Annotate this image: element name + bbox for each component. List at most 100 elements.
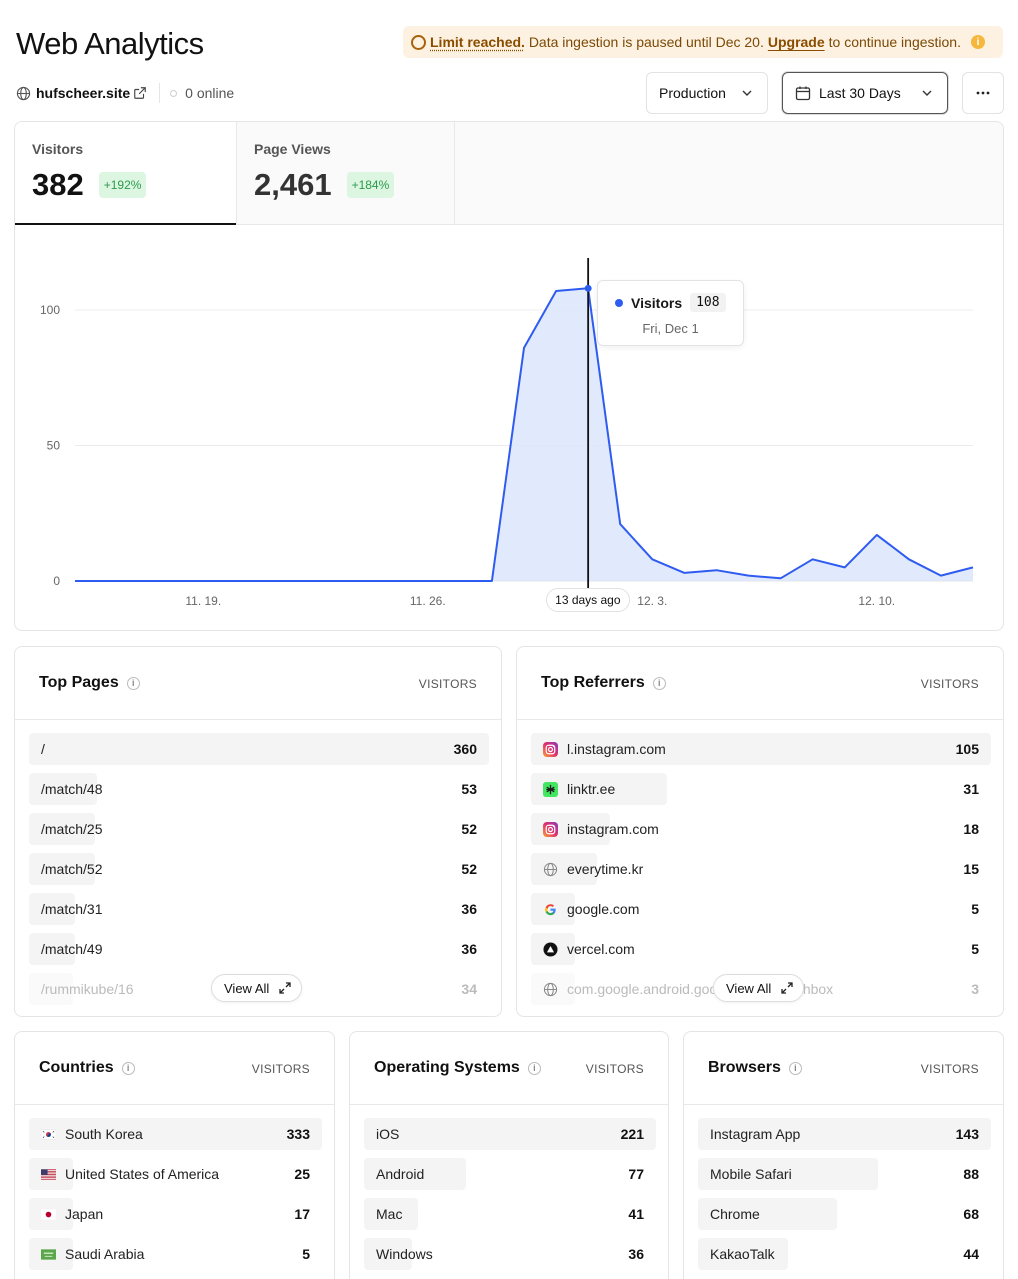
referrer-row[interactable]: linktr.ee 31	[531, 773, 991, 805]
browser-row-value: 88	[963, 1166, 979, 1182]
country-row[interactable]: United States of America 25	[29, 1158, 322, 1190]
page-views-value: 2,461	[254, 167, 332, 202]
os-row[interactable]: Mac 41	[364, 1198, 656, 1230]
chevron-down-icon	[742, 90, 752, 96]
page-row-value: 52	[461, 861, 477, 877]
referrer-row[interactable]: instagram.com 18	[531, 813, 991, 845]
info-icon[interactable]: i	[788, 1061, 802, 1075]
series-color-dot	[615, 298, 623, 307]
page-title: Web Analytics	[16, 26, 204, 61]
os-row[interactable]: Android 77	[364, 1158, 656, 1190]
page-row-text: /match/49	[41, 941, 103, 957]
info-icon[interactable]: i	[121, 1061, 135, 1075]
chevron-down-icon	[922, 90, 932, 96]
page-row-label: /match/49	[41, 941, 102, 957]
view-all-label: View All	[726, 980, 772, 996]
os-row-text: Mac	[376, 1206, 403, 1222]
top-pages-title: Top Pages	[39, 674, 119, 691]
view-all-pages-button[interactable]: View All	[211, 974, 303, 1002]
browser-row-value: 143	[955, 1126, 979, 1142]
environment-select[interactable]: Production	[646, 72, 768, 114]
info-icon[interactable]: i	[527, 1061, 541, 1075]
page-row-value: 52	[461, 821, 477, 837]
referrer-row[interactable]: vercel.com 5	[531, 933, 991, 965]
os-row-label: iOS	[376, 1126, 399, 1142]
globe-icon	[543, 862, 558, 877]
online-count: 0 online	[185, 85, 235, 101]
environment-value: Production	[659, 85, 726, 101]
page-row-value: 34	[461, 981, 477, 997]
y-tick-label: 50	[47, 439, 61, 453]
hover-x-label: 13 days ago	[546, 588, 630, 612]
country-row[interactable]: Japan 17	[29, 1198, 322, 1230]
external-link-icon[interactable]	[133, 86, 147, 100]
page-row-text: /match/25	[41, 821, 103, 837]
top-referrers-panel: Top Referrers i VISITORS l.instagram.com 1…	[516, 646, 1004, 1017]
country-row-text: United States of America	[65, 1166, 220, 1182]
upgrade-link[interactable]: Upgrade	[768, 34, 825, 50]
browser-row[interactable]: Instagram App 143	[698, 1118, 991, 1150]
referrer-row-value: 5	[971, 941, 979, 957]
referrer-row[interactable]: everytime.kr 15	[531, 853, 991, 885]
y-tick-label: 100	[40, 303, 60, 317]
tab-visitors[interactable]: Visitors 382 +192%	[15, 122, 236, 225]
os-row[interactable]: Windows 36	[364, 1238, 656, 1270]
visitors-area	[75, 288, 973, 581]
instagram-icon	[543, 821, 558, 837]
flag-sa-icon	[41, 1247, 56, 1262]
page-row[interactable]: /match/25 52	[29, 813, 489, 845]
y-tick-label: 0	[53, 574, 60, 588]
tab-page-views[interactable]: Page Views 2,461 +184%	[236, 122, 455, 225]
visitors-value: 382	[32, 167, 84, 202]
referrer-row-label: vercel.com	[543, 941, 635, 957]
visitors-column-header: VISITORS	[418, 677, 477, 691]
os-row-value: 41	[628, 1206, 644, 1222]
browser-row-label: Mobile Safari	[710, 1166, 792, 1182]
os-row[interactable]: iOS 221	[364, 1118, 656, 1150]
page-row[interactable]: /match/48 53	[29, 773, 489, 805]
globe-icon	[543, 982, 558, 997]
visitors-column-header: VISITORS	[251, 1062, 310, 1076]
page-row-bar	[29, 733, 489, 765]
limit-strong-text[interactable]: Limit reached.	[430, 34, 525, 50]
site-link[interactable]: hufscheer.site	[36, 85, 130, 101]
page-views-change-badge: +184%	[346, 172, 395, 198]
info-icon[interactable]: i	[126, 676, 140, 690]
info-icon[interactable]: i	[652, 676, 666, 690]
browser-row[interactable]: KakaoTalk 44	[698, 1238, 991, 1270]
instagram-icon	[543, 741, 558, 757]
page-row-label: /match/52	[41, 861, 102, 877]
page-row-text: /rummikube/16	[41, 981, 134, 997]
page-row[interactable]: /match/31 36	[29, 893, 489, 925]
view-all-referrers-button[interactable]: View All	[713, 974, 805, 1002]
browser-row[interactable]: Mobile Safari 88	[698, 1158, 991, 1190]
chart-tooltip: Visitors 108 Fri, Dec 1	[597, 280, 744, 346]
country-row[interactable]: South Korea 333	[29, 1118, 322, 1150]
browser-row[interactable]: Chrome 68	[698, 1198, 991, 1230]
page-row[interactable]: /match/52 52	[29, 853, 489, 885]
referrer-row[interactable]: l.instagram.com 105	[531, 733, 991, 765]
os-row-text: Windows	[376, 1246, 433, 1262]
page-row-value: 36	[461, 941, 477, 957]
referrer-row[interactable]: google.com 5	[531, 893, 991, 925]
referrer-row-text: vercel.com	[567, 941, 635, 957]
page-row[interactable]: /match/49 36	[29, 933, 489, 965]
limit-ring-icon	[411, 34, 426, 50]
visitors-chart[interactable]: 0 50 100 11. 19. 11. 26. 12. 3. 12. 10.	[15, 226, 1004, 631]
date-range-select[interactable]: Last 30 Days	[782, 72, 948, 114]
browser-row-text: KakaoTalk	[710, 1246, 775, 1262]
warning-info-icon[interactable]: i	[970, 35, 985, 49]
page-row-text: /	[41, 741, 45, 757]
x-tick-label: 11. 19.	[185, 594, 221, 608]
country-row-text: Japan	[65, 1206, 104, 1222]
more-options-button[interactable]	[962, 72, 1004, 114]
tooltip-date: Fri, Dec 1	[642, 321, 699, 336]
browsers-title: Browsers	[708, 1059, 781, 1076]
page-row[interactable]: / 360	[29, 733, 489, 765]
referrer-row-value: 15	[963, 861, 979, 877]
limit-banner: Limit reached. Data ingestion is paused …	[403, 26, 1003, 58]
view-all-label: View All	[224, 980, 270, 996]
more-horizontal-icon	[976, 91, 990, 95]
country-row[interactable]: Saudi Arabia 5	[29, 1238, 322, 1270]
visitors-label: Visitors	[32, 141, 84, 157]
